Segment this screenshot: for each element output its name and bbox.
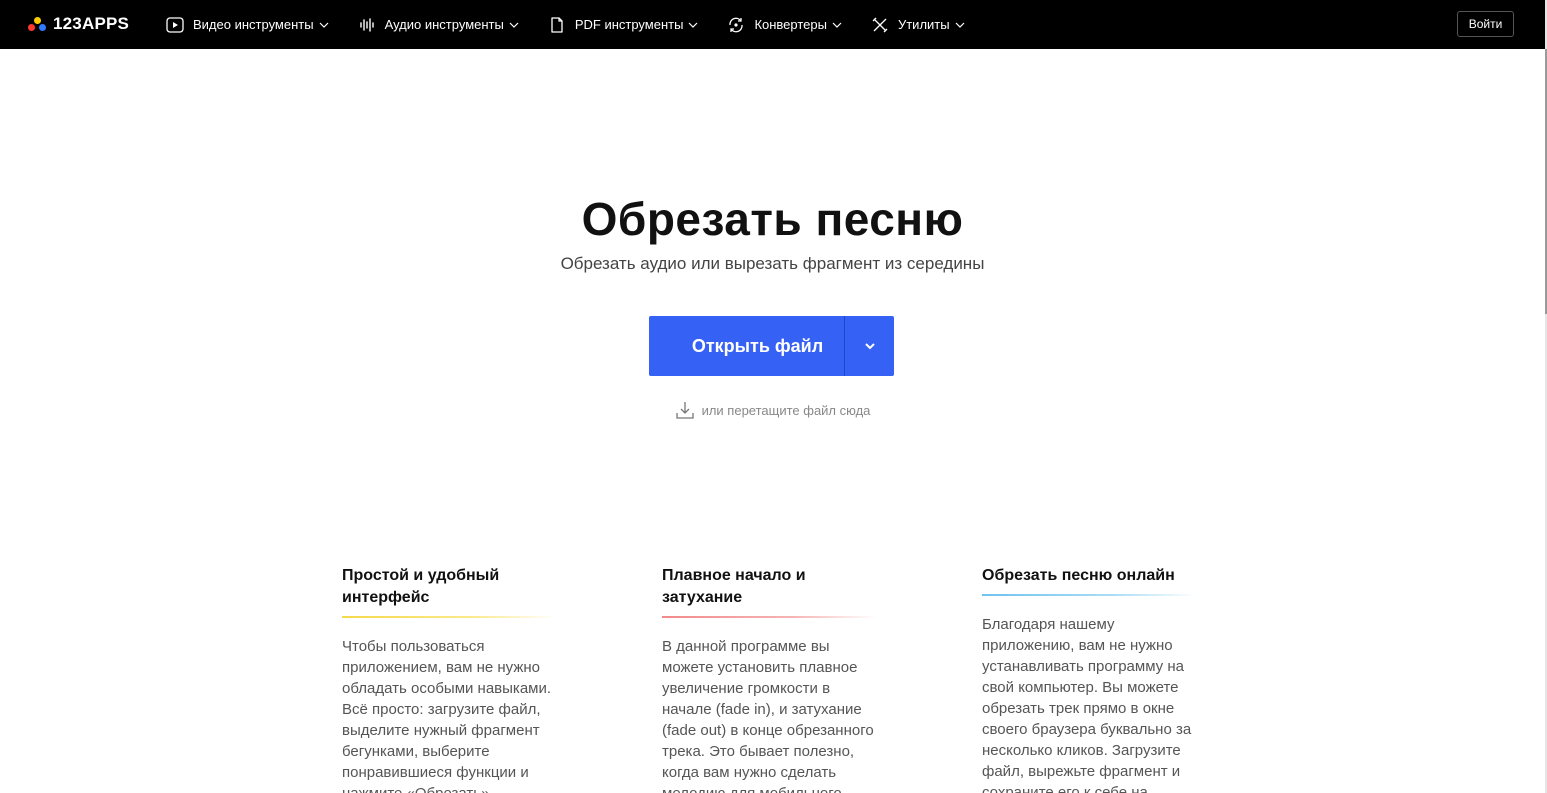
feature-title: Обрезать песню онлайн bbox=[982, 567, 1175, 584]
main-nav: Видео инструменты Аудио инструменты PDF … bbox=[166, 0, 965, 49]
chevron-down-icon bbox=[864, 337, 876, 355]
chevron-down-icon bbox=[688, 20, 698, 30]
drag-drop-hint: или перетащите файл сюда bbox=[0, 400, 1545, 420]
feature-title: Плавное начало и затухание bbox=[662, 567, 806, 606]
logo-dots-icon bbox=[28, 14, 48, 34]
document-icon bbox=[548, 16, 566, 34]
logo-text: 123APPS bbox=[53, 14, 130, 33]
feature-block-fade: Плавное начало и затухание В данной прог… bbox=[662, 565, 877, 793]
nav-item-video-tools[interactable]: Видео инструменты bbox=[166, 16, 329, 34]
chevron-down-icon bbox=[509, 20, 519, 30]
nav-item-label: Утилиты bbox=[897, 17, 950, 32]
page-title: Обрезать песню bbox=[581, 193, 964, 245]
nav-item-utilities[interactable]: Утилиты bbox=[871, 16, 965, 34]
chevron-down-icon bbox=[832, 20, 842, 30]
convert-icon bbox=[727, 16, 745, 34]
logo[interactable]: 123APPS bbox=[28, 14, 129, 34]
video-play-icon bbox=[166, 16, 184, 34]
nav-item-pdf-tools[interactable]: PDF инструменты bbox=[548, 16, 699, 34]
chevron-down-icon bbox=[319, 20, 329, 30]
nav-item-audio-tools[interactable]: Аудио инструменты bbox=[358, 16, 519, 34]
feature-text: Чтобы пользоваться приложением, вам не н… bbox=[342, 638, 552, 793]
open-file-button-group: Открыть файл bbox=[649, 316, 894, 376]
tools-icon bbox=[871, 16, 889, 34]
top-navigation-bar: 123APPS Видео инструменты Аудио инструме… bbox=[0, 0, 1545, 49]
login-button[interactable]: Войти bbox=[1457, 11, 1514, 37]
chevron-down-icon bbox=[955, 20, 965, 30]
feature-block-online: Обрезать песню онлайн Благодаря нашему п… bbox=[982, 565, 1197, 793]
feature-block-interface: Простой и удобный интерфейс Чтобы пользо… bbox=[342, 565, 557, 793]
drag-hint-text: или перетащите файл сюда bbox=[701, 402, 871, 418]
feature-text: В данной программе вы можете установить … bbox=[662, 638, 874, 793]
feature-underline bbox=[662, 616, 877, 618]
open-file-dropdown-button[interactable] bbox=[845, 316, 894, 376]
nav-item-label: Видео инструменты bbox=[193, 17, 314, 32]
open-file-button[interactable]: Открыть файл bbox=[649, 316, 844, 376]
page-subtitle: Обрезать аудио или вырезать фрагмент из … bbox=[560, 254, 985, 273]
nav-item-label: Конвертеры bbox=[754, 17, 827, 32]
feature-title: Простой и удобный интерфейс bbox=[342, 567, 500, 606]
nav-item-label: PDF инструменты bbox=[574, 17, 684, 32]
nav-item-label: Аудио инструменты bbox=[384, 17, 504, 32]
feature-underline bbox=[342, 616, 557, 618]
nav-item-converters[interactable]: Конвертеры bbox=[727, 16, 842, 34]
download-icon bbox=[675, 400, 695, 420]
feature-text: Благодаря нашему приложению, вам не нужн… bbox=[982, 616, 1192, 793]
audio-wave-icon bbox=[358, 16, 376, 34]
feature-underline bbox=[982, 594, 1197, 596]
